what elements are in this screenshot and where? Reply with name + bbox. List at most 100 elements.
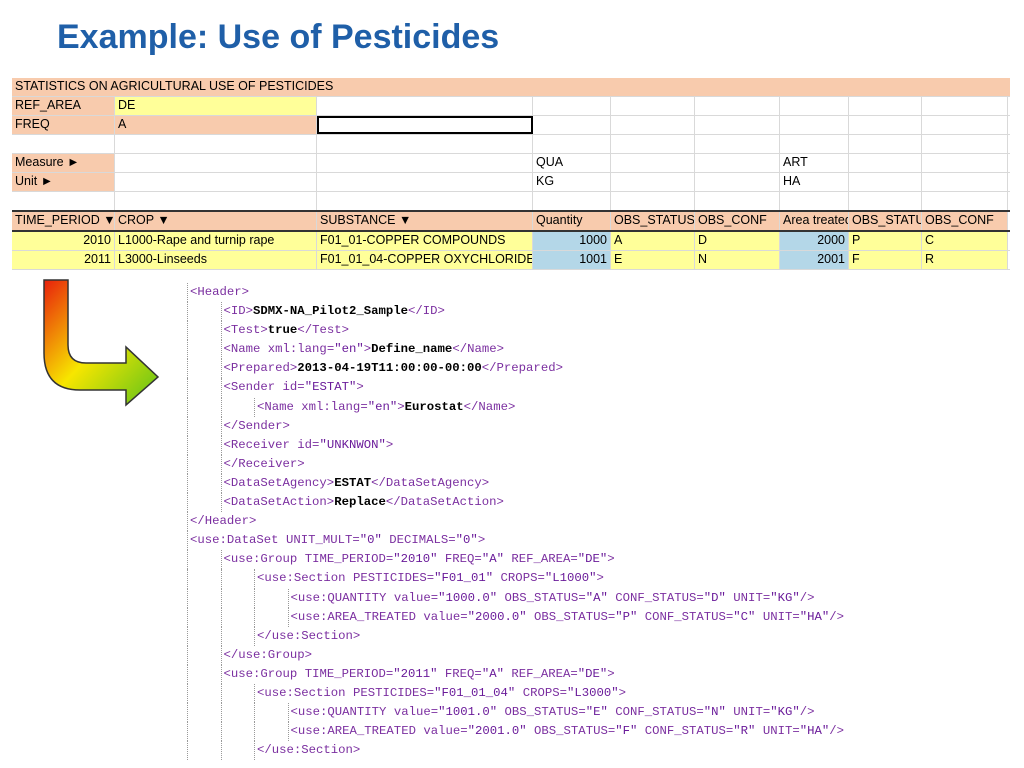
empty-cell[interactable]	[611, 116, 695, 134]
xml-tag: </Test>	[297, 323, 349, 338]
freq-label[interactable]: FREQ	[12, 116, 115, 134]
cell-obs-conf-2[interactable]: R	[922, 251, 1008, 269]
xml-line-content: <use:AREA_TREATED value="2001.0" OBS_STA…	[291, 722, 845, 741]
empty-cell[interactable]	[695, 173, 780, 191]
col-obs-conf-2[interactable]: OBS_CONF	[922, 212, 1008, 230]
measure-qua[interactable]: QUA	[533, 154, 611, 172]
xml-attr: UNIT=	[725, 705, 771, 720]
xml-line-content: </use:Section>	[257, 741, 360, 760]
xml-val: "F01_01"	[434, 571, 494, 586]
empty-cell[interactable]	[780, 135, 849, 153]
cell-area-treated[interactable]: 2000	[780, 232, 849, 250]
cell-crop[interactable]: L1000-Rape and turnip rape	[115, 232, 317, 250]
empty-cell[interactable]	[695, 116, 780, 134]
empty-cell[interactable]	[533, 192, 611, 210]
unit-ha[interactable]: HA	[780, 173, 849, 191]
empty-cell[interactable]	[317, 173, 533, 191]
empty-cell[interactable]	[12, 135, 115, 153]
empty-cell[interactable]	[533, 97, 611, 115]
empty-cell[interactable]	[695, 154, 780, 172]
empty-cell[interactable]	[317, 154, 533, 172]
col-substance[interactable]: SUBSTANCE ▼	[317, 212, 533, 230]
empty-cell[interactable]	[695, 192, 780, 210]
sheet-heading[interactable]: STATISTICS ON AGRICULTURAL USE OF PESTIC…	[12, 78, 1010, 96]
empty-cell[interactable]	[695, 135, 780, 153]
ref-area-value[interactable]: DE	[115, 97, 317, 115]
empty-cell[interactable]	[849, 97, 922, 115]
cell-quantity[interactable]: 1000	[533, 232, 611, 250]
xml-val: "1001.0"	[438, 705, 498, 720]
empty-cell[interactable]	[780, 192, 849, 210]
indent-guide	[187, 607, 188, 627]
empty-cell[interactable]	[849, 116, 922, 134]
empty-cell[interactable]	[115, 135, 317, 153]
cell-obs-conf-2[interactable]: C	[922, 232, 1008, 250]
xml-tag: </Receiver>	[223, 456, 305, 471]
xml-val: "en"	[367, 399, 398, 414]
empty-cell[interactable]	[611, 173, 695, 191]
cell-time-period[interactable]: 2011	[12, 251, 115, 269]
empty-cell[interactable]	[695, 97, 780, 115]
empty-cell[interactable]	[611, 154, 695, 172]
indent-guide	[187, 550, 188, 570]
empty-cell[interactable]	[780, 97, 849, 115]
empty-cell[interactable]	[849, 135, 922, 153]
col-obs-status-2[interactable]: OBS_STATU	[849, 212, 922, 230]
empty-cell[interactable]	[780, 116, 849, 134]
cell-time-period[interactable]: 2010	[12, 232, 115, 250]
indent-guide	[187, 416, 188, 436]
empty-cell[interactable]	[611, 192, 695, 210]
empty-cell[interactable]	[317, 192, 533, 210]
unit-kg[interactable]: KG	[533, 173, 611, 191]
empty-cell[interactable]	[922, 154, 1008, 172]
ref-area-label[interactable]: REF_AREA	[12, 97, 115, 115]
indent-guide	[287, 722, 289, 742]
indent-guide	[220, 683, 222, 704]
cell-obs-status[interactable]: E	[611, 251, 695, 269]
xml-val: "ESTAT"	[304, 380, 357, 395]
selected-cell[interactable]	[317, 116, 533, 134]
cell-obs-conf[interactable]: N	[695, 251, 780, 269]
col-obs-status[interactable]: OBS_STATUS	[611, 212, 695, 230]
empty-cell[interactable]	[849, 173, 922, 191]
cell-substance[interactable]: F01_01-COPPER COMPOUNDS	[317, 232, 533, 250]
col-obs-conf[interactable]: OBS_CONF	[695, 212, 780, 230]
empty-cell[interactable]	[115, 154, 317, 172]
empty-cell[interactable]	[849, 192, 922, 210]
measure-label[interactable]: Measure ►	[12, 154, 115, 172]
empty-cell[interactable]	[533, 135, 611, 153]
empty-cell[interactable]	[115, 192, 317, 210]
empty-cell[interactable]	[922, 173, 1008, 191]
col-area-treated[interactable]: Area treated	[780, 212, 849, 230]
empty-cell[interactable]	[849, 154, 922, 172]
empty-cell[interactable]	[922, 192, 1008, 210]
empty-cell[interactable]	[533, 116, 611, 134]
col-time-period[interactable]: TIME_PERIOD ▼	[12, 212, 115, 230]
ref-area-row: REF_AREA DE	[12, 97, 1010, 116]
cell-obs-status-2[interactable]: F	[849, 251, 922, 269]
cell-obs-status[interactable]: A	[611, 232, 695, 250]
empty-cell[interactable]	[317, 97, 533, 115]
empty-cell[interactable]	[317, 135, 533, 153]
empty-cell[interactable]	[12, 192, 115, 210]
col-quantity[interactable]: Quantity	[533, 212, 611, 230]
xml-val: "A"	[585, 590, 608, 605]
xml-tag: <Name	[257, 399, 302, 414]
empty-cell[interactable]	[922, 116, 1008, 134]
cell-obs-conf[interactable]: D	[695, 232, 780, 250]
measure-art[interactable]: ART	[780, 154, 849, 172]
cell-area-treated[interactable]: 2001	[780, 251, 849, 269]
empty-cell[interactable]	[115, 173, 317, 191]
empty-cell[interactable]	[922, 97, 1008, 115]
cell-substance[interactable]: F01_01_04-COPPER OXYCHLORIDE	[317, 251, 533, 269]
empty-cell[interactable]	[611, 135, 695, 153]
col-crop[interactable]: CROP ▼	[115, 212, 317, 230]
cell-quantity[interactable]: 1001	[533, 251, 611, 269]
empty-cell[interactable]	[611, 97, 695, 115]
empty-cell[interactable]	[922, 135, 1008, 153]
unit-label[interactable]: Unit ►	[12, 173, 115, 191]
xml-tag: <use:Section	[257, 571, 353, 586]
cell-obs-status-2[interactable]: P	[849, 232, 922, 250]
freq-value[interactable]: A	[115, 116, 317, 134]
cell-crop[interactable]: L3000-Linseeds	[115, 251, 317, 269]
